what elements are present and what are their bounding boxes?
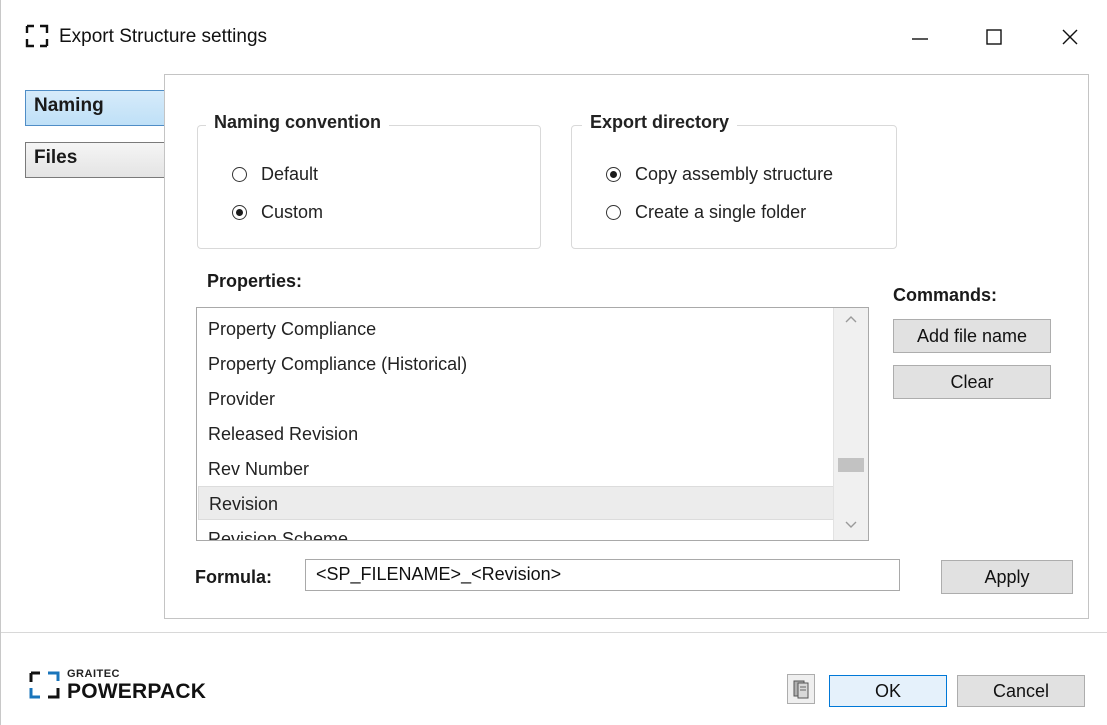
graitec-logo-icon <box>29 671 60 699</box>
help-button[interactable] <box>787 674 815 704</box>
radio-default[interactable]: Default <box>232 164 318 185</box>
properties-listbox[interactable]: Property Compliance Property Compliance … <box>196 307 869 541</box>
radio-default-label: Default <box>261 164 319 184</box>
formula-input[interactable]: <SP_FILENAME>_<Revision> <box>305 559 900 591</box>
apply-button[interactable]: Apply <box>941 560 1073 594</box>
list-item[interactable]: Released Revision <box>198 417 834 451</box>
list-item[interactable]: Rev Number <box>198 452 834 486</box>
naming-panel: Naming convention Default Custom Export … <box>164 74 1089 619</box>
minimize-icon <box>912 38 928 40</box>
radio-custom[interactable]: Custom <box>232 202 323 223</box>
list-item-selected[interactable]: Revision <box>198 486 834 520</box>
app-icon <box>25 24 49 48</box>
radio-copy-assembly-label: Copy assembly structure <box>635 164 834 184</box>
logo-brand-small: GRAITEC <box>67 668 120 680</box>
minimize-button[interactable] <box>891 14 949 60</box>
list-item[interactable]: Provider <box>198 382 834 416</box>
radio-copy-assembly-structure[interactable]: Copy assembly structure <box>606 164 833 185</box>
naming-convention-group: Naming convention Default Custom <box>197 112 541 249</box>
list-item[interactable]: Revision Scheme <box>198 522 834 540</box>
radio-custom-circle[interactable] <box>232 205 247 220</box>
radio-default-circle[interactable] <box>232 167 247 182</box>
scroll-down-arrow-icon[interactable] <box>844 520 858 530</box>
window-title: Export Structure settings <box>59 26 268 47</box>
export-directory-group: Export directory Copy assembly structure… <box>571 112 897 249</box>
export-directory-legend: Export directory <box>582 112 738 133</box>
export-structure-settings-window: Export Structure settings Naming Files N… <box>0 0 1107 725</box>
clear-button[interactable]: Clear <box>893 365 1051 399</box>
close-icon <box>1062 29 1078 45</box>
radio-custom-label: Custom <box>261 202 324 222</box>
formula-label: Formula: <box>195 567 273 587</box>
radio-single-folder-label: Create a single folder <box>635 202 807 222</box>
add-file-name-button[interactable]: Add file name <box>893 319 1051 353</box>
naming-convention-legend: Naming convention <box>206 112 390 133</box>
list-item[interactable]: Property Compliance <box>198 312 834 346</box>
footer-separator <box>1 632 1107 633</box>
tab-naming[interactable]: Naming <box>25 90 169 126</box>
help-book-icon <box>793 680 809 699</box>
radio-single-folder[interactable]: Create a single folder <box>606 202 806 223</box>
cancel-button[interactable]: Cancel <box>957 675 1085 707</box>
title-bar: Export Structure settings <box>1 0 1107 75</box>
scroll-up-arrow-icon[interactable] <box>844 314 858 324</box>
properties-scrollbar[interactable] <box>833 308 868 540</box>
properties-label: Properties: <box>207 271 303 291</box>
logo-brand-big: POWERPACK <box>67 680 207 703</box>
maximize-button[interactable] <box>965 14 1023 60</box>
close-button[interactable] <box>1041 14 1099 60</box>
list-item[interactable]: Property Compliance (Historical) <box>198 347 834 381</box>
scroll-thumb[interactable] <box>838 458 864 472</box>
ok-button[interactable]: OK <box>829 675 947 707</box>
radio-copy-assembly-circle[interactable] <box>606 167 621 182</box>
commands-label: Commands: <box>893 285 998 305</box>
radio-single-folder-circle[interactable] <box>606 205 621 220</box>
maximize-icon <box>986 29 1002 45</box>
tab-files[interactable]: Files <box>25 142 169 178</box>
